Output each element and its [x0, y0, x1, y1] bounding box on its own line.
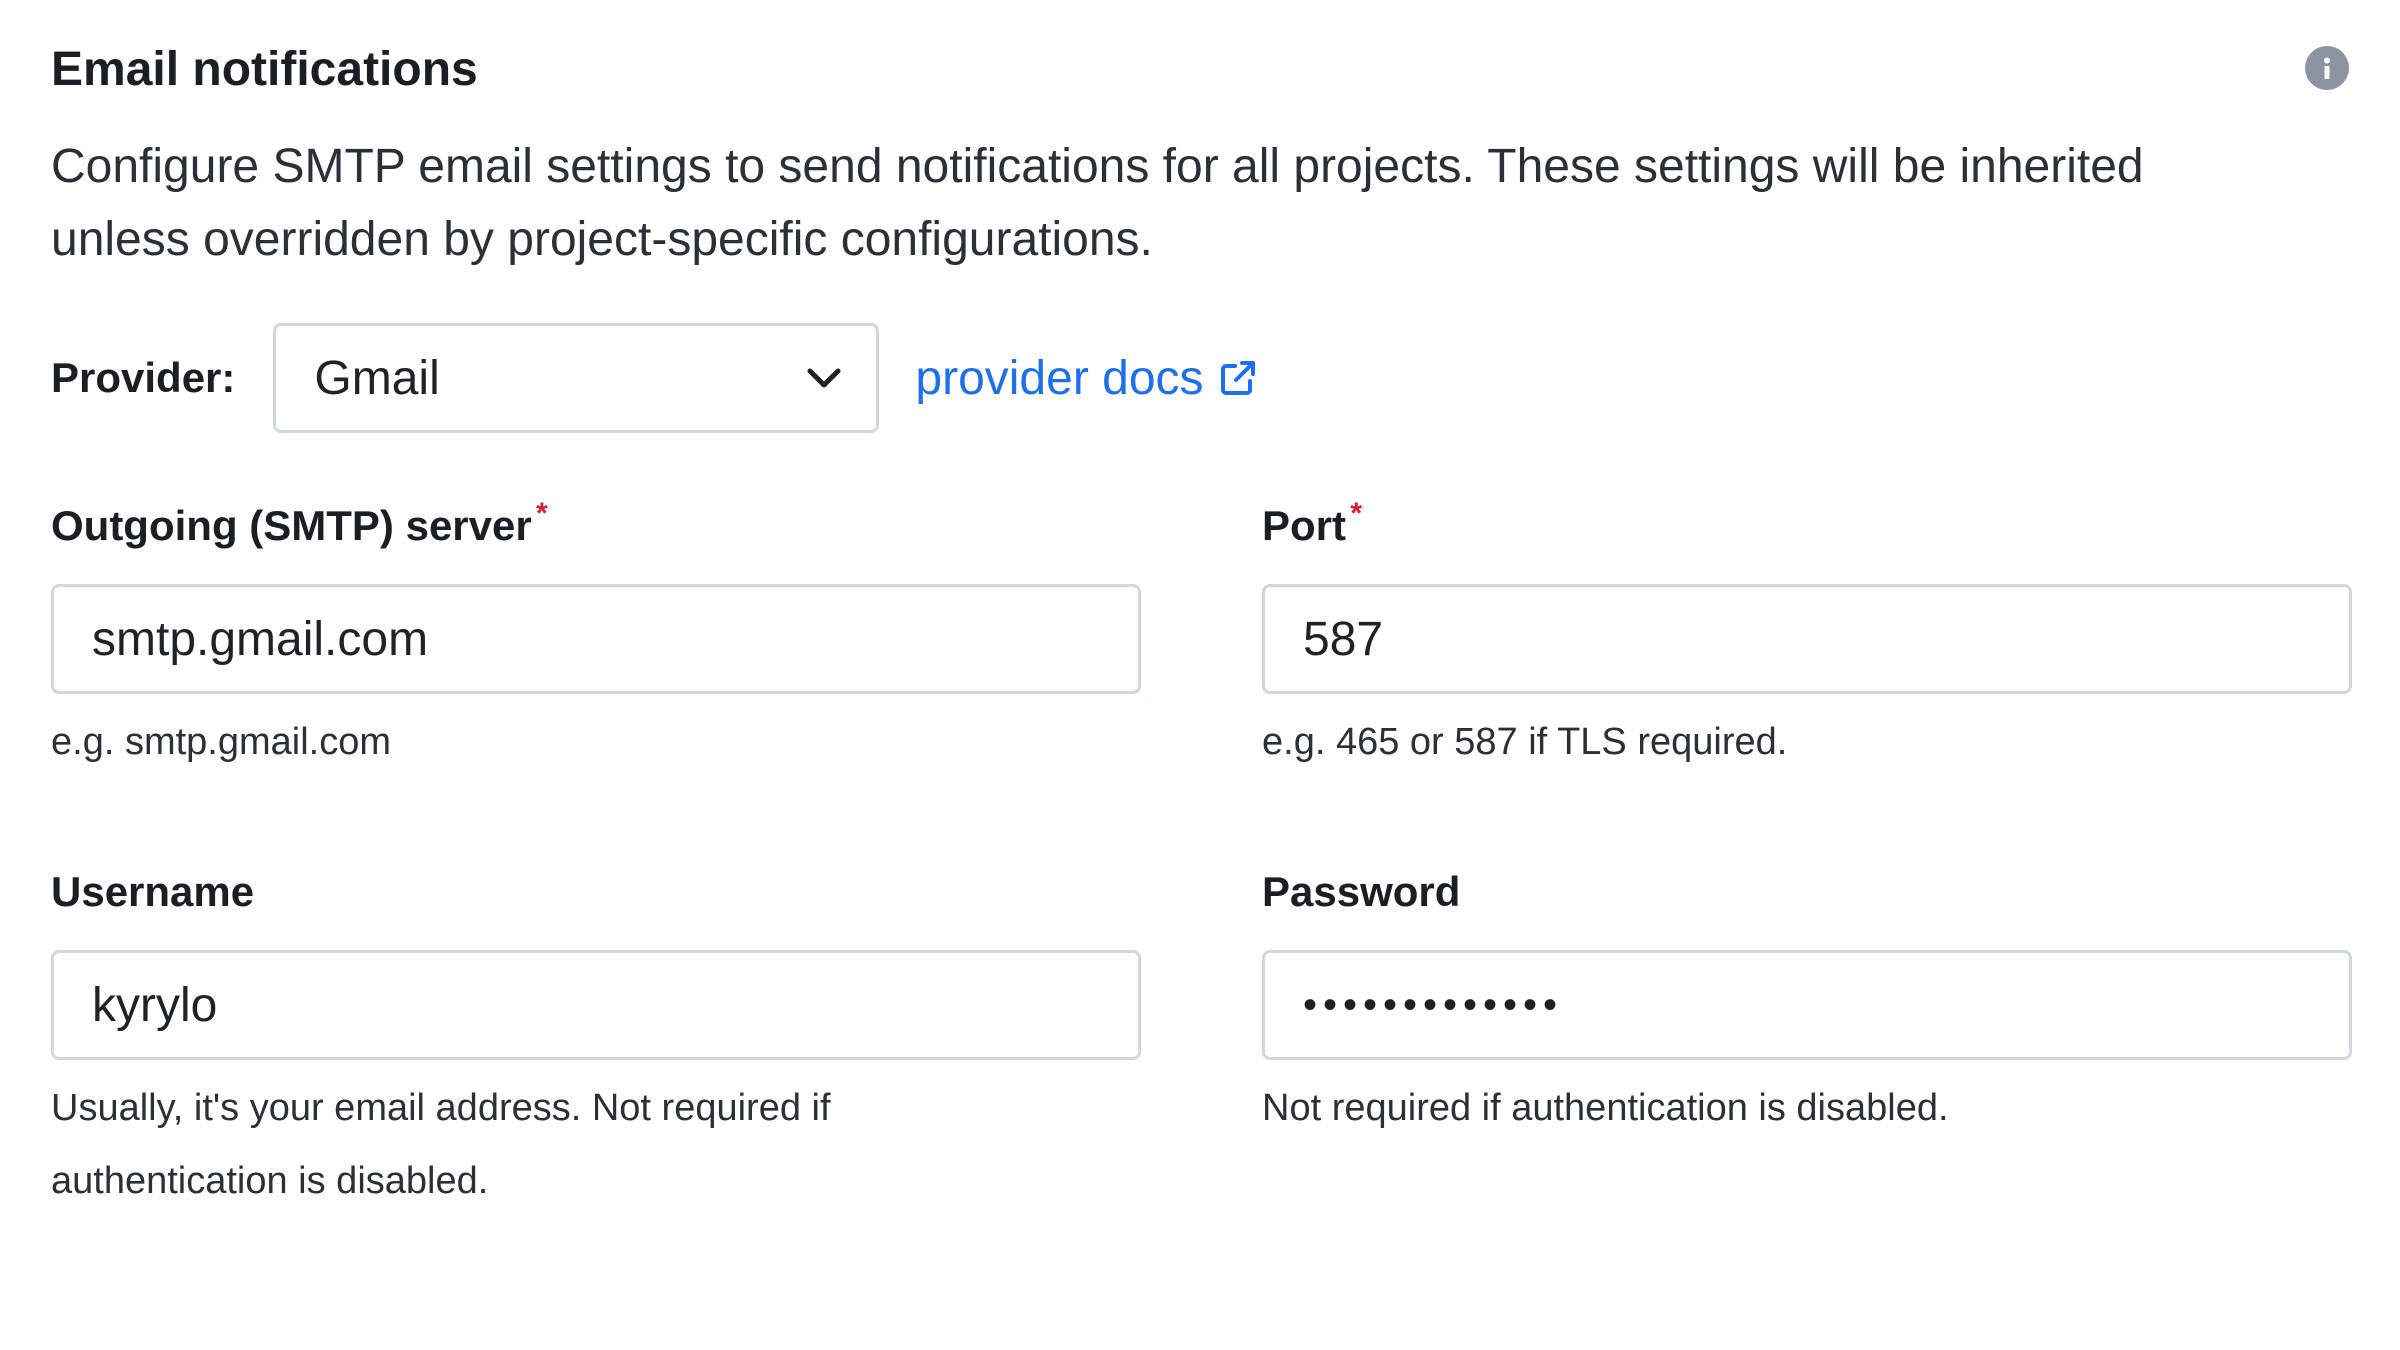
port-value: 587	[1303, 612, 1384, 666]
section-title: Email notifications	[51, 43, 478, 96]
section-description: Configure SMTP email settings to send no…	[51, 140, 2144, 266]
chevron-down-icon	[806, 360, 842, 396]
username-field: Username kyrylo Usually, it's your email…	[51, 866, 1141, 1218]
password-field: Password ••••••••••••• Not required if a…	[1262, 866, 2352, 1145]
password-label: Password	[1262, 868, 1461, 915]
port-label-text: Port	[1262, 502, 1346, 549]
provider-label: Provider:	[51, 354, 236, 401]
provider-row: Provider: Gmail provider docs	[51, 322, 1258, 434]
external-link-icon	[1220, 361, 1255, 395]
username-value: kyrylo	[92, 978, 218, 1032]
port-help: e.g. 465 or 587 if TLS required.	[1262, 721, 1788, 763]
provider-docs-link[interactable]: provider docs	[915, 351, 1257, 406]
email-notifications-panel: Email notifications Configure SMTP email…	[0, 0, 2400, 1350]
required-marker: *	[1350, 497, 1362, 530]
password-help: Not required if authentication is disabl…	[1262, 1087, 1949, 1129]
port-label: Port *	[1262, 497, 1362, 552]
username-help: Usually, it's your email address. Not re…	[51, 1087, 831, 1202]
section-header: Email notifications	[51, 40, 2349, 100]
smtp-server-value: smtp.gmail.com	[92, 612, 429, 666]
password-input[interactable]: •••••••••••••	[1262, 950, 2352, 1060]
smtp-server-label-text: Outgoing (SMTP) server	[51, 502, 532, 549]
provider-select[interactable]: Gmail	[273, 323, 880, 433]
port-input[interactable]: 587	[1262, 584, 2352, 694]
info-icon[interactable]	[2305, 46, 2349, 90]
smtp-server-label: Outgoing (SMTP) server *	[51, 497, 548, 552]
password-value: •••••••••••••	[1303, 982, 1564, 1027]
username-label: Username	[51, 868, 255, 915]
provider-select-value: Gmail	[314, 351, 440, 405]
smtp-server-field: Outgoing (SMTP) server * smtp.gmail.com …	[51, 497, 1141, 779]
port-field: Port * 587 e.g. 465 or 587 if TLS requir…	[1262, 497, 2352, 779]
smtp-server-help: e.g. smtp.gmail.com	[51, 721, 391, 763]
username-input[interactable]: kyrylo	[51, 950, 1141, 1060]
smtp-server-input[interactable]: smtp.gmail.com	[51, 584, 1141, 694]
provider-docs-label: provider docs	[915, 351, 1204, 405]
required-marker: *	[536, 497, 548, 530]
info-glyph	[2324, 57, 2330, 79]
